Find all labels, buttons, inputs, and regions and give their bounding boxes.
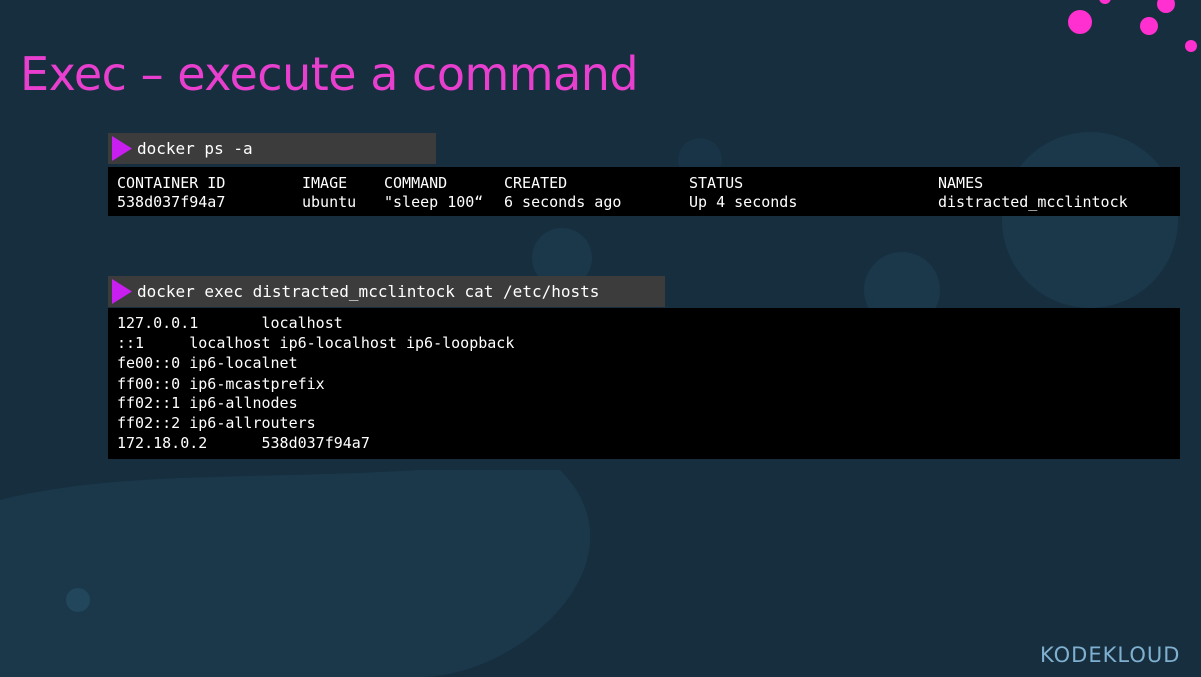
hosts-line: ::1 localhost ip6-localhost ip6-loopback (117, 334, 515, 352)
exec-command-text: docker exec distracted_mcclintock cat /e… (137, 282, 600, 301)
hosts-line: fe00::0 ip6-localnet (117, 354, 298, 372)
kodekloud-logo: KODEKLOUD (1040, 643, 1181, 667)
hosts-line: ff02::1 ip6-allnodes (117, 394, 298, 412)
ps-row-created: 6 seconds ago (504, 193, 622, 211)
pink-dots-decoration (1068, 0, 1197, 52)
ps-command-bar: docker ps -a (108, 133, 436, 164)
ps-row-image: ubuntu (302, 193, 357, 211)
ps-header-names: NAMES (938, 174, 984, 192)
play-triangle-icon (112, 136, 132, 161)
hosts-line: ff02::2 ip6-allrouters (117, 414, 316, 432)
play-triangle-icon (112, 279, 132, 304)
ps-row-command: "sleep 100“ (384, 193, 484, 211)
exec-output-terminal: 127.0.0.1 localhost ::1 localhost ip6-lo… (108, 308, 1180, 459)
ps-row-names: distracted_mcclintock (938, 193, 1128, 211)
ps-header-command: COMMAND (384, 174, 448, 192)
hosts-line: ff00::0 ip6-mcastprefix (117, 375, 325, 393)
ps-header-image: IMAGE (302, 174, 348, 192)
ps-command-text: docker ps -a (137, 139, 253, 158)
ps-output-terminal: CONTAINER ID IMAGE COMMAND CREATED STATU… (108, 167, 1180, 216)
ps-row-status: Up 4 seconds (689, 193, 798, 211)
exec-command-bar: docker exec distracted_mcclintock cat /e… (108, 276, 665, 307)
ps-header-status: STATUS (689, 174, 744, 192)
hosts-line: 172.18.0.2 538d037f94a7 (117, 434, 370, 452)
hosts-line: 127.0.0.1 localhost (117, 314, 343, 332)
ps-header-container-id: CONTAINER ID (117, 174, 226, 192)
ps-row-container-id: 538d037f94a7 (117, 193, 226, 211)
slide-title: Exec – execute a command (20, 47, 639, 101)
ps-header-created: CREATED (504, 174, 568, 192)
